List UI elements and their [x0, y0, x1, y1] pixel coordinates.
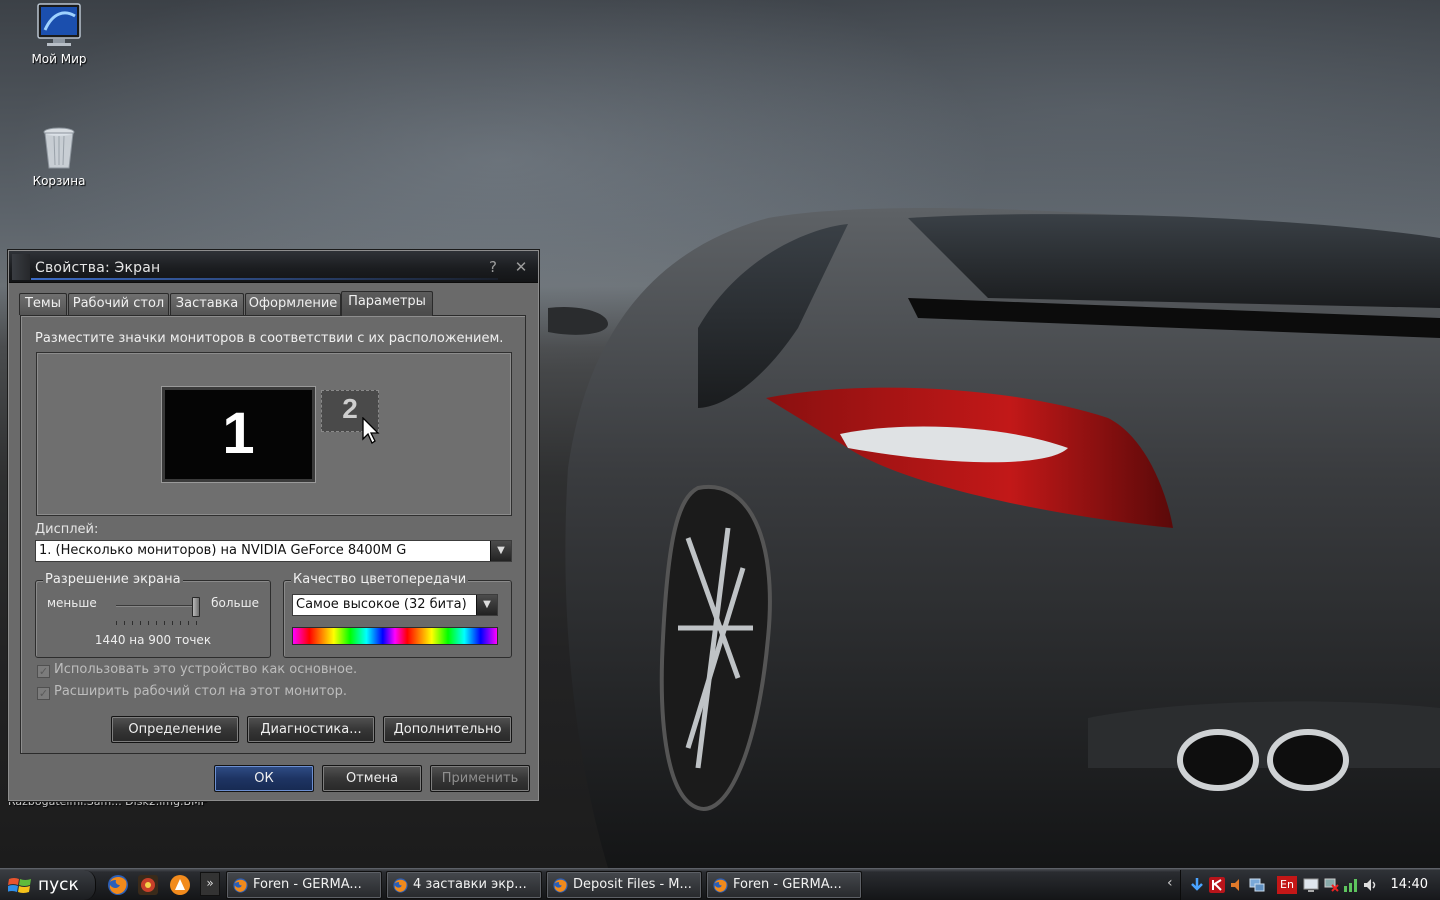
advanced-button[interactable]: Дополнительно: [383, 716, 512, 743]
resolution-slider-track[interactable]: [116, 605, 198, 607]
identify-button[interactable]: Определение: [111, 716, 239, 743]
firefox-icon: [713, 878, 728, 893]
extend-desktop-label: Расширить рабочий стол на этот монитор.: [54, 684, 347, 699]
use-as-primary-checkbox-row[interactable]: ✓ Использовать это устройство как основно…: [37, 662, 357, 678]
wireless-icon[interactable]: [1343, 877, 1359, 893]
language-indicator[interactable]: En: [1277, 876, 1297, 894]
display-dropdown-value: 1. (Несколько мониторов) на NVIDIA GeFor…: [39, 543, 407, 558]
titlebar-grip: [12, 254, 30, 280]
firefox-icon: [233, 878, 248, 893]
avast-icon[interactable]: [168, 873, 192, 897]
recycle-bin-icon: [35, 124, 83, 172]
taskbar-item-firefox-3[interactable]: Deposit Files - M...: [546, 871, 702, 899]
quicklaunch-more-button[interactable]: »: [200, 872, 220, 896]
dialog-title: Свойства: Экран: [35, 260, 161, 276]
cancel-button[interactable]: Отмена: [322, 765, 422, 792]
color-quality-title: Качество цветопередачи: [291, 572, 469, 587]
download-arrow-icon[interactable]: [1189, 877, 1205, 893]
extend-desktop-checkbox-row[interactable]: ✓ Расширить рабочий стол на этот монитор.: [37, 684, 347, 700]
checkbox-checked-icon[interactable]: ✓: [37, 665, 50, 678]
monitor-arrangement-instruction: Разместите значки мониторов в соответств…: [35, 331, 504, 346]
tab-themes[interactable]: Темы: [19, 293, 67, 315]
display-icon[interactable]: [1303, 877, 1319, 893]
clock[interactable]: 14:40: [1391, 877, 1428, 892]
monitor-arrangement-area[interactable]: 1 2: [36, 352, 512, 516]
monitor-1-tile[interactable]: 1: [162, 387, 315, 482]
use-as-primary-label: Использовать это устройство как основное…: [54, 662, 358, 677]
tab-desktop[interactable]: Рабочий стол: [68, 293, 169, 315]
taskbar-item-label: 4 заставки экр...: [413, 877, 527, 892]
color-quality-group: Качество цветопередачи Самое высокое (32…: [283, 572, 512, 658]
checkbox-checked-icon[interactable]: ✓: [37, 687, 50, 700]
chevron-down-icon[interactable]: ▼: [476, 595, 497, 615]
desktop-icon-my-world[interactable]: Мой Мир: [14, 2, 104, 66]
close-button[interactable]: ✕: [512, 258, 530, 276]
screen-resolution-group: Разрешение экрана меньше больше 1440 на …: [35, 572, 271, 658]
volume-icon[interactable]: [1363, 877, 1379, 893]
tab-settings[interactable]: Параметры: [341, 291, 433, 316]
taskbar-item-label: Deposit Files - M...: [573, 877, 692, 892]
apply-button[interactable]: Применить: [430, 765, 530, 792]
speaker-app-icon[interactable]: [1229, 877, 1245, 893]
titlebar-accent-line: [31, 278, 498, 280]
color-spectrum-preview: [292, 627, 498, 645]
settings-tab-panel: Разместите значки мониторов в соответств…: [20, 315, 526, 754]
network-computer-icon[interactable]: [1249, 877, 1265, 893]
color-quality-dropdown[interactable]: Самое высокое (32 бита) ▼: [292, 594, 498, 616]
taskbar-item-firefox-4[interactable]: Foren - GERMA...: [706, 871, 862, 899]
color-quality-value: Самое высокое (32 бита): [296, 597, 467, 612]
system-tray: ‹ En 14:40: [1167, 870, 1440, 900]
kaspersky-icon[interactable]: [1209, 877, 1225, 893]
windows-logo-icon: [8, 878, 31, 893]
taskbar-item-label: Foren - GERMA...: [253, 877, 362, 892]
taskbar-item-label: Foren - GERMA...: [733, 877, 842, 892]
network-disconnected-icon[interactable]: [1323, 877, 1339, 893]
firefox-icon[interactable]: [106, 873, 130, 897]
resolution-more-label: больше: [211, 596, 259, 610]
game-app-icon[interactable]: [136, 873, 160, 897]
ok-button[interactable]: ОК: [214, 765, 314, 792]
start-button[interactable]: пуск: [0, 870, 96, 900]
taskbar-item-firefox-1[interactable]: Foren - GERMA...: [226, 871, 382, 899]
dialog-titlebar[interactable]: Свойства: Экран ? ✕: [9, 251, 538, 283]
taskbar-item-firefox-2[interactable]: 4 заставки экр...: [386, 871, 542, 899]
display-dropdown[interactable]: 1. (Несколько мониторов) на NVIDIA GeFor…: [35, 540, 512, 562]
diagnostics-button[interactable]: Диагностика...: [247, 716, 375, 743]
start-label: пуск: [38, 875, 79, 895]
desktop-icon-label: Мой Мир: [31, 52, 87, 66]
screen-resolution-title: Разрешение экрана: [43, 572, 183, 587]
car-wallpaper-image: [548, 208, 1440, 868]
resolution-value: 1440 на 900 точек: [94, 633, 212, 647]
mouse-cursor-icon: [362, 417, 380, 444]
resolution-slider-thumb[interactable]: [192, 597, 200, 617]
tab-appearance[interactable]: Оформление: [245, 293, 341, 315]
firefox-icon: [553, 878, 568, 893]
tray-expand-chevron-icon[interactable]: ‹: [1167, 875, 1173, 891]
display-properties-dialog: Свойства: Экран ? ✕ Темы Рабочий стол За…: [7, 249, 540, 802]
desktop-icon-recycle-bin[interactable]: Корзина: [14, 124, 104, 188]
monitor-icon: [35, 2, 83, 50]
tab-screensaver[interactable]: Заставка: [170, 293, 244, 315]
desktop-icon-label: Корзина: [32, 174, 86, 188]
display-label: Дисплей:: [35, 522, 99, 537]
resolution-less-label: меньше: [47, 596, 97, 610]
chevron-down-icon[interactable]: ▼: [490, 541, 511, 561]
taskbar: пуск » Foren - GERMA... 4 заставки экр..…: [0, 868, 1440, 900]
help-button[interactable]: ?: [484, 258, 502, 276]
firefox-icon: [393, 878, 408, 893]
resolution-slider-ticks: [116, 621, 200, 625]
